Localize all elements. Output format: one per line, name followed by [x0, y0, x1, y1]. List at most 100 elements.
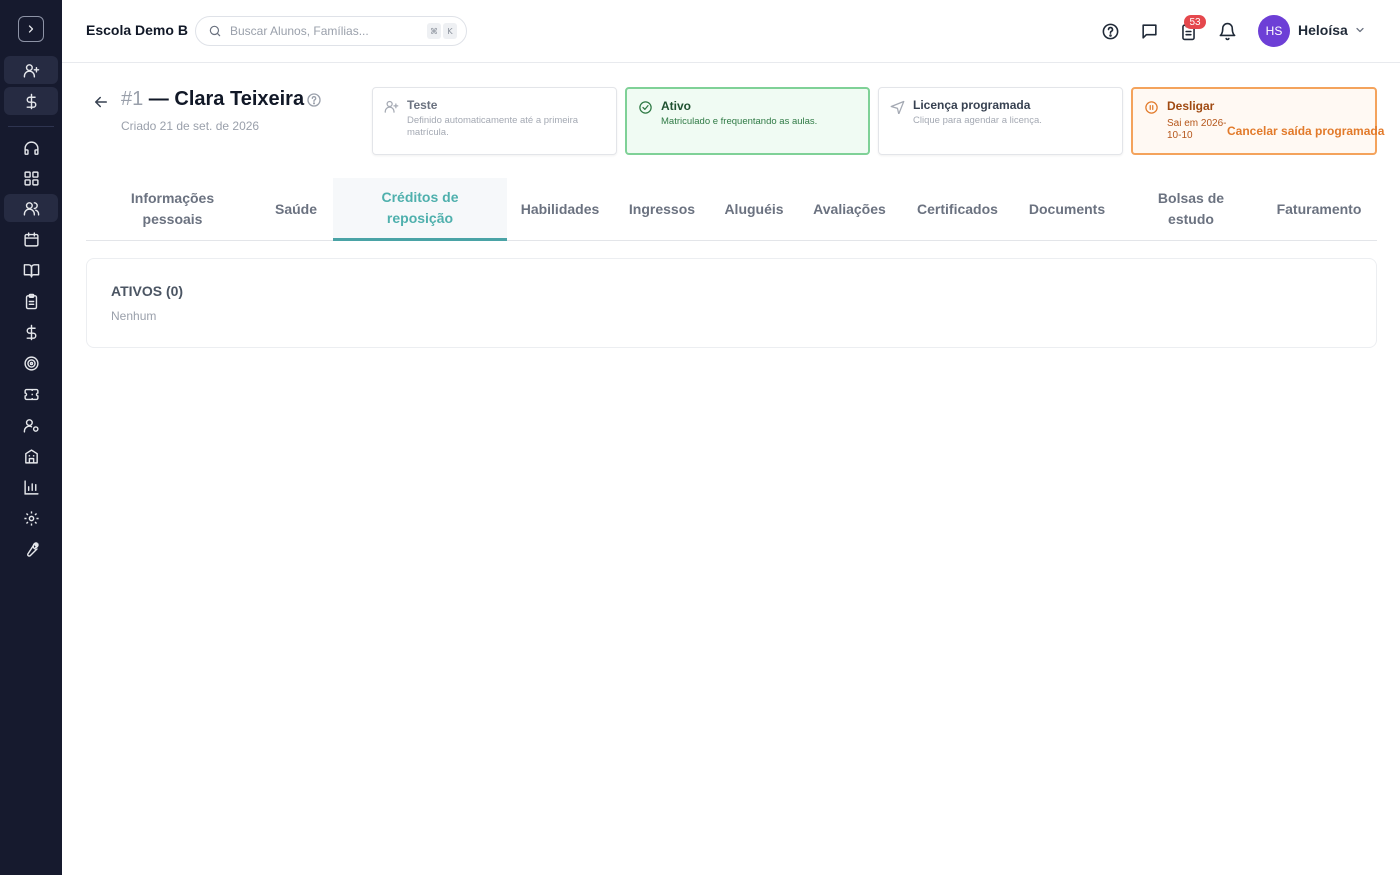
sidebar-item-tickets[interactable] [4, 380, 58, 408]
help-circle-icon[interactable] [306, 92, 322, 108]
avatar[interactable]: HS [1258, 15, 1290, 47]
status-card-active[interactable]: Ativo Matriculado e frequentando as aula… [625, 87, 870, 155]
tab-label: Documents [1028, 200, 1106, 217]
back-arrow-icon[interactable] [92, 93, 110, 111]
sidebar-item-goals[interactable] [4, 349, 58, 377]
status-title: Desligar [1167, 99, 1215, 113]
tab-tickets[interactable]: Ingressos [613, 178, 711, 240]
status-description: Clique para agendar a licença. [913, 115, 1042, 126]
tab-personal-info[interactable]: Informações pessoais [86, 178, 259, 240]
chevron-down-icon[interactable] [1354, 24, 1366, 36]
dollar-icon [26, 93, 36, 109]
users-icon [23, 201, 39, 216]
notifications-button[interactable] [1216, 20, 1238, 42]
pause-circle-icon [1145, 101, 1158, 114]
tab-scholarships[interactable]: Bolsas de estudo [1121, 178, 1261, 240]
help-circle-icon [1102, 23, 1118, 39]
chevron-right-icon [28, 25, 34, 33]
sidebar-item-attendance[interactable] [4, 287, 58, 315]
status-title: Ativo [661, 99, 691, 113]
tab-rentals[interactable]: Aluguéis [711, 178, 797, 240]
tab-bar: Informações pessoais Saúde Créditos de r… [86, 178, 1377, 241]
status-card-leave[interactable]: Licença programada Clique para agendar a… [878, 87, 1123, 155]
tab-label: Faturamento [1276, 200, 1362, 217]
tab-label: Habilidades [520, 200, 600, 217]
tab-skills[interactable]: Habilidades [507, 178, 613, 240]
sidebar-item-tools[interactable] [4, 535, 58, 563]
shortcut-key-cmd: ⌘ [427, 23, 441, 39]
sidebar-divider [8, 126, 54, 127]
target-icon [23, 355, 39, 371]
sidebar-item-settings[interactable] [4, 504, 58, 532]
student-number: #1 [121, 88, 144, 110]
tab-label: Certificados [917, 200, 998, 217]
sidebar-item-reports[interactable] [4, 473, 58, 501]
clipboard-icon [25, 293, 37, 309]
sidebar-item-staff[interactable] [4, 411, 58, 439]
sidebar-item-support[interactable] [4, 134, 58, 162]
tab-label: Avaliações [813, 200, 886, 217]
tab-label: Saúde [274, 200, 317, 217]
page-title: #1 — Clara Teixeira [121, 88, 304, 111]
tab-billing[interactable]: Faturamento [1261, 178, 1377, 240]
tab-evaluations[interactable]: Avaliações [797, 178, 902, 240]
status-description: Matriculado e frequentando as aulas. [661, 116, 818, 127]
tab-certificates[interactable]: Certificados [902, 178, 1013, 240]
makeup-credits-panel: ATIVOS (0) Nenhum [86, 258, 1377, 348]
shortcut-key-k: K [443, 23, 457, 39]
search-icon [209, 25, 221, 37]
dollar-icon [26, 324, 36, 340]
sidebar-item-classes[interactable] [4, 256, 58, 284]
sidebar-item-finance[interactable] [4, 318, 58, 346]
user-name[interactable]: Heloísa [1298, 22, 1348, 38]
search-input[interactable]: Buscar Alunos, Famílias... [230, 24, 369, 38]
grid-icon [23, 170, 39, 186]
search-box[interactable]: Buscar Alunos, Famílias... ⌘ K [195, 16, 467, 46]
tab-label: Ingressos [628, 200, 696, 217]
book-open-icon [23, 263, 39, 278]
sidebar-item-calendar[interactable] [4, 225, 58, 253]
title-separator: — [143, 88, 175, 110]
user-cog-icon [23, 418, 39, 433]
created-date: Criado 21 de set. de 2026 [121, 119, 260, 133]
wrench-icon [26, 541, 39, 557]
empty-state-text: Nenhum [111, 309, 157, 323]
status-title: Licença programada [913, 98, 1031, 112]
status-card-test[interactable]: Teste Definido automaticamente até a pri… [372, 87, 617, 155]
tab-label: Bolsas de estudo [1157, 190, 1225, 227]
sidebar [0, 0, 62, 875]
headset-icon [23, 140, 39, 155]
active-credits-heading: ATIVOS (0) [111, 283, 184, 299]
tab-label: Informações pessoais [130, 190, 215, 227]
sidebar-toggle-button[interactable] [18, 16, 44, 42]
sidebar-item-school[interactable] [4, 442, 58, 470]
help-button[interactable] [1099, 20, 1121, 42]
sidebar-item-dashboard[interactable] [4, 164, 58, 192]
top-bar: Escola Demo B Buscar Alunos, Famílias...… [62, 0, 1400, 63]
message-square-icon [1141, 23, 1157, 39]
status-card-off[interactable]: Desligar Sai em 2026-10-10 Cancelar saíd… [1131, 87, 1384, 155]
tasks-count-badge: 53 [1184, 15, 1206, 29]
tab-health[interactable]: Saúde [259, 178, 333, 240]
settings-icon [23, 510, 39, 526]
tab-makeup-credits[interactable]: Créditos de reposição [333, 178, 507, 241]
tab-documents[interactable]: Documents [1013, 178, 1121, 240]
tab-label: Aluguéis [724, 200, 784, 217]
sidebar-item-finance-quick[interactable] [4, 87, 58, 115]
plane-icon [890, 100, 905, 114]
tab-label: Créditos de reposição [381, 189, 459, 226]
bar-chart-icon [23, 479, 39, 495]
sidebar-item-add-student[interactable] [4, 56, 58, 84]
ticket-icon [23, 388, 39, 400]
building-icon [24, 448, 38, 464]
cancel-scheduled-exit-link[interactable]: Cancelar saída programada [1227, 124, 1384, 138]
status-description: Definido automaticamente até a primeira … [407, 115, 579, 138]
user-plus-icon [384, 100, 399, 113]
user-plus-icon [23, 63, 39, 78]
student-name: Clara Teixeira [174, 88, 305, 110]
status-title: Teste [407, 98, 438, 112]
calendar-icon [23, 231, 39, 247]
sidebar-item-students[interactable] [4, 194, 58, 222]
school-name[interactable]: Escola Demo B [86, 22, 188, 38]
messages-button[interactable] [1138, 20, 1160, 42]
